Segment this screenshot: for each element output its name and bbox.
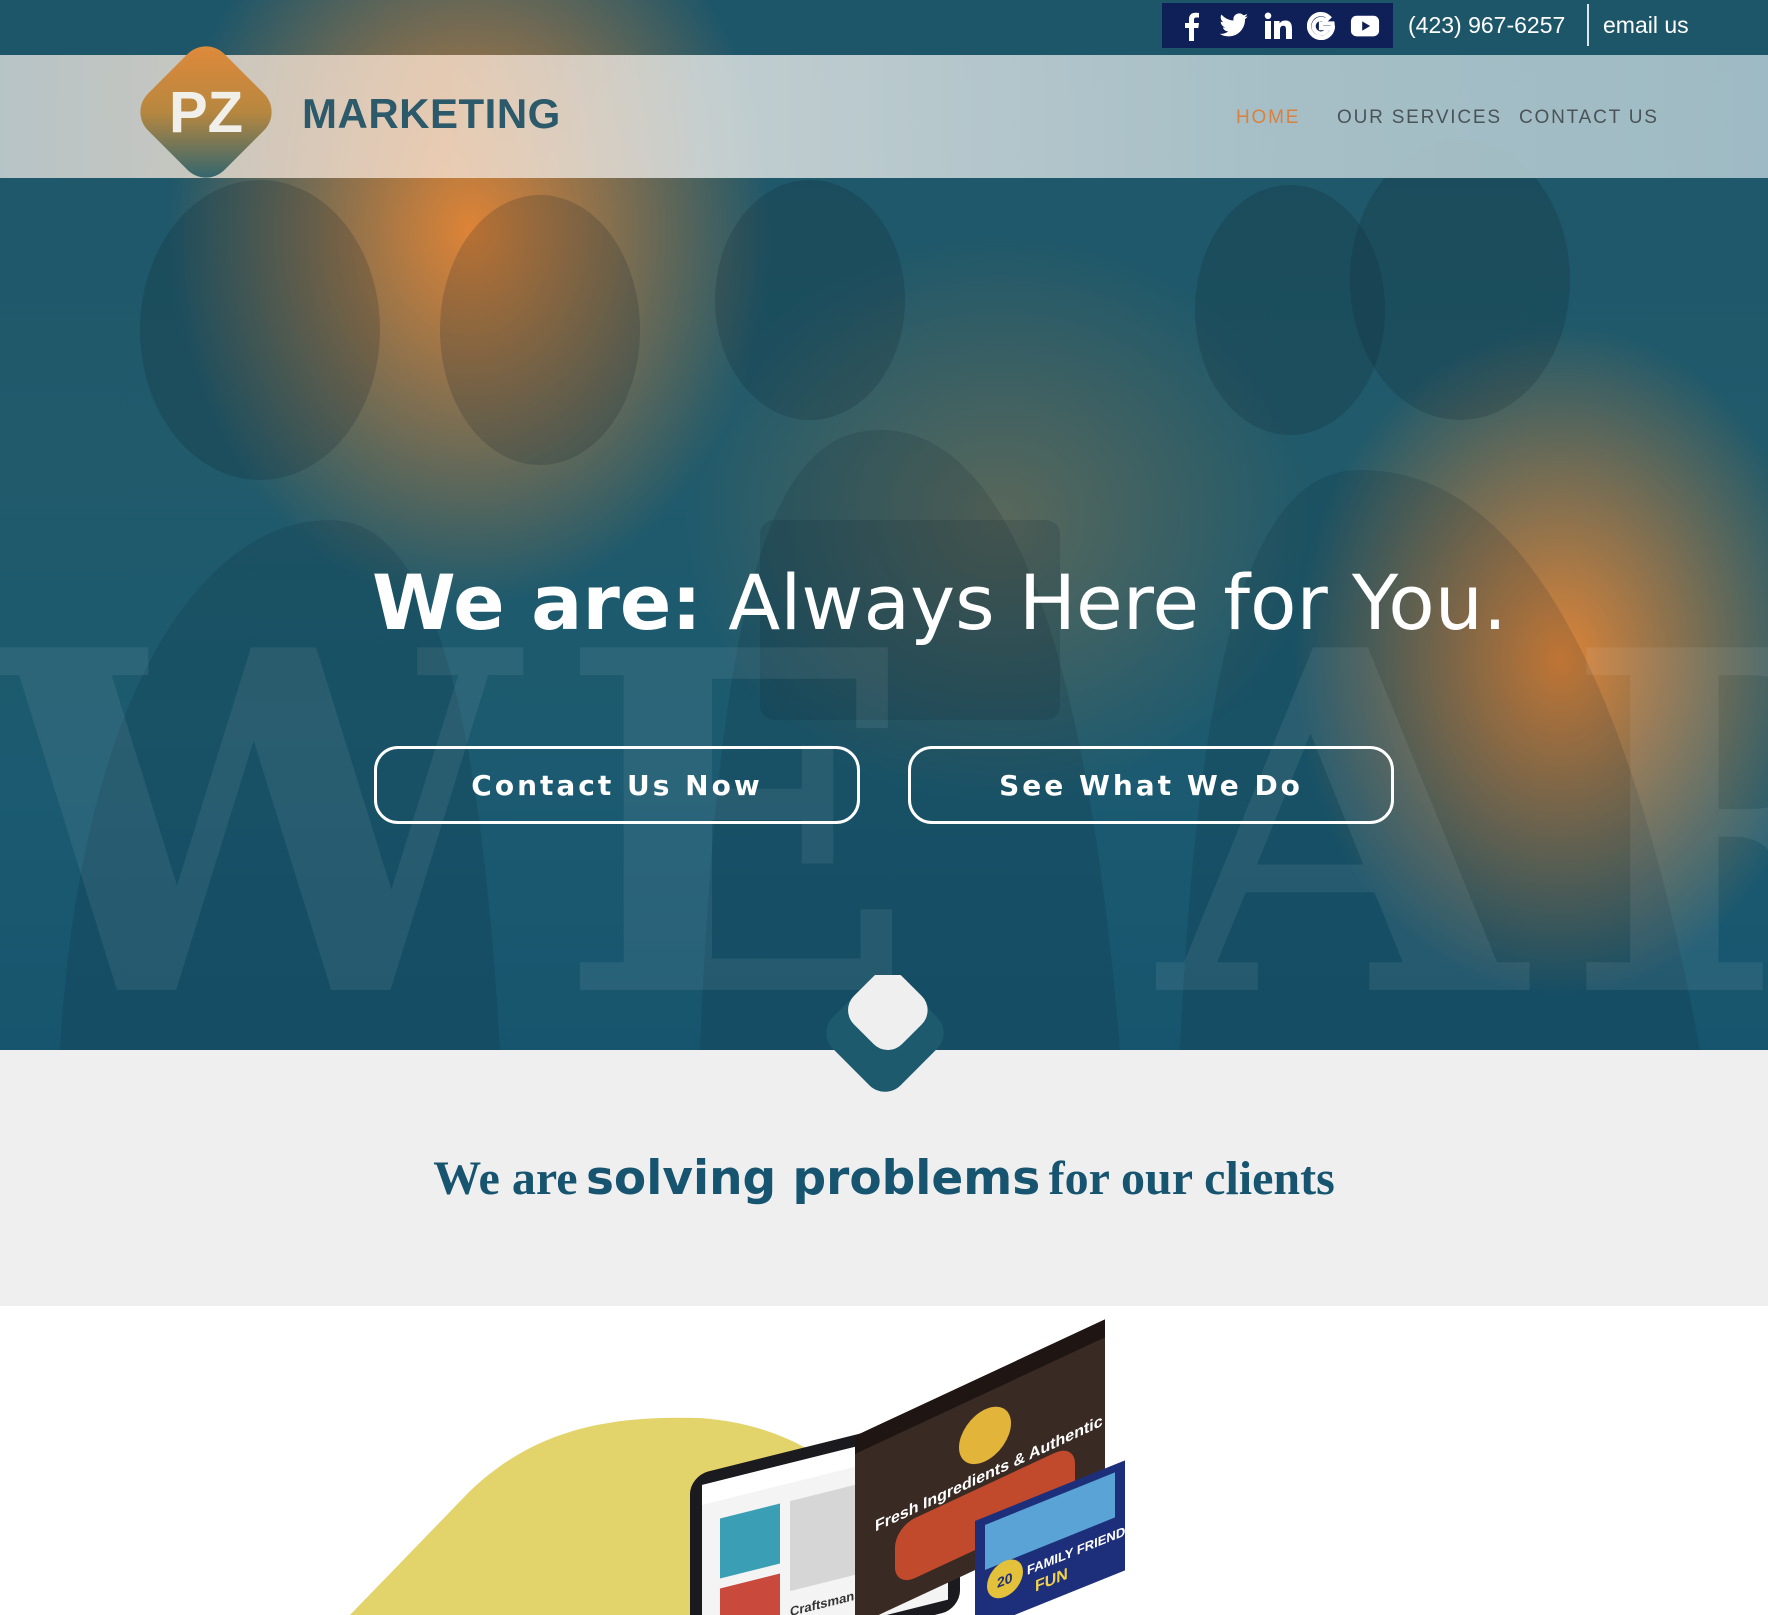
facebook-icon[interactable] xyxy=(1176,11,1206,41)
logo-mark-text: PZ xyxy=(169,80,243,145)
linkedin-icon[interactable] xyxy=(1263,11,1293,41)
see-what-we-do-button[interactable]: See What We Do xyxy=(908,746,1394,824)
hero-title-strong: We are: xyxy=(372,558,702,647)
phone-link[interactable]: (423) 967-6257 xyxy=(1408,8,1565,42)
nav-home[interactable]: HOME xyxy=(1236,104,1300,132)
section-divider-diamond xyxy=(826,975,944,1092)
problems-heading-part3: for our clients xyxy=(1048,1152,1335,1205)
contact-us-now-button[interactable]: Contact Us Now xyxy=(374,746,860,824)
website-showcase-illustration: Craftsmanship & Impr Fresh Ingredients &… xyxy=(350,1319,1168,1615)
social-links xyxy=(1162,3,1393,48)
hero-title-rest: Always Here for You. xyxy=(728,558,1508,647)
problems-heading-part2: solving problems xyxy=(585,1151,1041,1206)
nav-contact-us[interactable]: CONTACT US xyxy=(1519,104,1659,132)
pz-logo-mark[interactable]: PZ xyxy=(122,28,290,196)
youtube-icon[interactable] xyxy=(1350,11,1380,41)
topbar-divider xyxy=(1587,4,1589,46)
nav-our-services[interactable]: OUR SERVICES xyxy=(1337,104,1502,132)
google-icon[interactable] xyxy=(1306,11,1336,41)
problems-heading: We are solving problems for our clients xyxy=(0,1144,1768,1214)
logo-wordmark[interactable]: MARKETING xyxy=(302,86,561,142)
showcase-section: Craftsmanship & Impr Fresh Ingredients &… xyxy=(0,1306,1768,1615)
email-us-link[interactable]: email us xyxy=(1603,8,1689,42)
hero-title: We are: Always Here for You. xyxy=(372,548,1507,658)
problems-heading-part1: We are xyxy=(433,1152,578,1205)
twitter-icon[interactable] xyxy=(1219,11,1249,41)
